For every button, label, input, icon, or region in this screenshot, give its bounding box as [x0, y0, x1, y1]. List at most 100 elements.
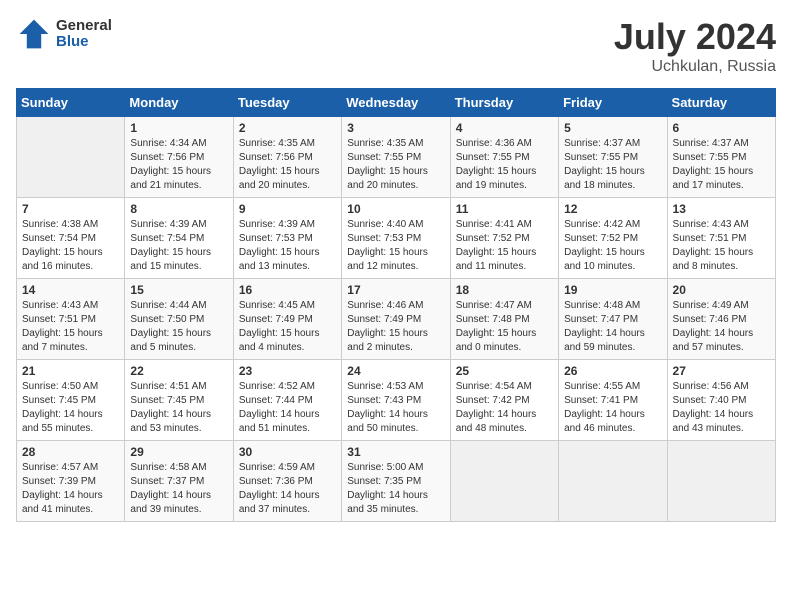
week-row-5: 28 Sunrise: 4:57 AM Sunset: 7:39 PM Dayli…: [17, 441, 776, 522]
calendar-subtitle: Uchkulan, Russia: [614, 58, 776, 76]
day-number: 4: [456, 121, 553, 135]
day-number: 6: [673, 121, 770, 135]
header-saturday: Saturday: [667, 89, 775, 117]
day-number: 24: [347, 364, 444, 378]
calendar-cell: 16 Sunrise: 4:45 AM Sunset: 7:49 PM Dayli…: [233, 279, 341, 360]
day-number: 5: [564, 121, 661, 135]
calendar-cell: 30Sunrise: 4:59 AM Sunset: 7:36 PM Dayli…: [233, 441, 341, 522]
day-number: 28: [22, 445, 119, 459]
day-info: Sunrise: 4:39 AM Sunset: 7:53 PM Dayligh…: [239, 218, 336, 274]
calendar-cell: 22 Sunrise: 4:51 AM Sunset: 7:45 PM Dayli…: [125, 360, 233, 441]
day-info: Sunrise: 4:37 AM Sunset: 7:55 PM Dayligh…: [564, 137, 661, 193]
calendar-cell: 26 Sunrise: 4:55 AM Sunset: 7:41 PM Dayli…: [559, 360, 667, 441]
calendar-cell: 12 Sunrise: 4:42 AM Sunset: 7:52 PM Dayli…: [559, 198, 667, 279]
day-number: 27: [673, 364, 770, 378]
calendar-cell: 2 Sunrise: 4:35 AM Sunset: 7:56 PM Daylig…: [233, 117, 341, 198]
logo: General Blue: [16, 16, 112, 52]
day-info: Sunrise: 4:37 AM Sunset: 7:55 PM Dayligh…: [673, 137, 770, 193]
day-info: Sunrise: 4:52 AM Sunset: 7:44 PM Dayligh…: [239, 380, 336, 436]
calendar-cell: [450, 441, 558, 522]
calendar-cell: 23 Sunrise: 4:52 AM Sunset: 7:44 PM Dayli…: [233, 360, 341, 441]
day-info: Sunrise: 4:47 AM Sunset: 7:48 PM Dayligh…: [456, 299, 553, 355]
calendar-cell: 7 Sunrise: 4:38 AM Sunset: 7:54 PM Daylig…: [17, 198, 125, 279]
calendar-cell: 14 Sunrise: 4:43 AM Sunset: 7:51 PM Dayli…: [17, 279, 125, 360]
day-info: Sunrise: 4:59 AM Sunset: 7:36 PM Dayligh…: [239, 461, 336, 517]
day-info: Sunrise: 4:58 AM Sunset: 7:37 PM Dayligh…: [130, 461, 227, 517]
calendar-cell: 24 Sunrise: 4:53 AM Sunset: 7:43 PM Dayli…: [342, 360, 450, 441]
day-info: Sunrise: 4:44 AM Sunset: 7:50 PM Dayligh…: [130, 299, 227, 355]
day-number: 7: [22, 202, 119, 216]
calendar-cell: 31 Sunrise: 5:00 AM Sunset: 7:35 PM Dayli…: [342, 441, 450, 522]
day-number: 16: [239, 283, 336, 297]
day-number: 17: [347, 283, 444, 297]
day-info: Sunrise: 4:46 AM Sunset: 7:49 PM Dayligh…: [347, 299, 444, 355]
header-thursday: Thursday: [450, 89, 558, 117]
calendar-cell: 21Sunrise: 4:50 AM Sunset: 7:45 PM Dayli…: [17, 360, 125, 441]
header-monday: Monday: [125, 89, 233, 117]
logo-blue: Blue: [56, 34, 112, 51]
calendar-cell: 15Sunrise: 4:44 AM Sunset: 7:50 PM Dayli…: [125, 279, 233, 360]
day-number: 14: [22, 283, 119, 297]
day-number: 23: [239, 364, 336, 378]
day-info: Sunrise: 4:35 AM Sunset: 7:55 PM Dayligh…: [347, 137, 444, 193]
calendar-cell: 13Sunrise: 4:43 AM Sunset: 7:51 PM Dayli…: [667, 198, 775, 279]
calendar-cell: [667, 441, 775, 522]
page-header: General Blue July 2024 Uchkulan, Russia: [16, 16, 776, 76]
day-info: Sunrise: 5:00 AM Sunset: 7:35 PM Dayligh…: [347, 461, 444, 517]
calendar-cell: [559, 441, 667, 522]
day-info: Sunrise: 4:39 AM Sunset: 7:54 PM Dayligh…: [130, 218, 227, 274]
header-wednesday: Wednesday: [342, 89, 450, 117]
calendar-cell: 3Sunrise: 4:35 AM Sunset: 7:55 PM Daylig…: [342, 117, 450, 198]
day-info: Sunrise: 4:40 AM Sunset: 7:53 PM Dayligh…: [347, 218, 444, 274]
day-number: 26: [564, 364, 661, 378]
day-info: Sunrise: 4:48 AM Sunset: 7:47 PM Dayligh…: [564, 299, 661, 355]
logo-icon: [16, 16, 52, 52]
day-number: 10: [347, 202, 444, 216]
calendar-cell: 19 Sunrise: 4:48 AM Sunset: 7:47 PM Dayli…: [559, 279, 667, 360]
day-number: 29: [130, 445, 227, 459]
week-row-3: 14 Sunrise: 4:43 AM Sunset: 7:51 PM Dayli…: [17, 279, 776, 360]
day-info: Sunrise: 4:55 AM Sunset: 7:41 PM Dayligh…: [564, 380, 661, 436]
day-info: Sunrise: 4:42 AM Sunset: 7:52 PM Dayligh…: [564, 218, 661, 274]
day-info: Sunrise: 4:38 AM Sunset: 7:54 PM Dayligh…: [22, 218, 119, 274]
day-info: Sunrise: 4:36 AM Sunset: 7:55 PM Dayligh…: [456, 137, 553, 193]
header-tuesday: Tuesday: [233, 89, 341, 117]
calendar-cell: 9Sunrise: 4:39 AM Sunset: 7:53 PM Daylig…: [233, 198, 341, 279]
day-info: Sunrise: 4:54 AM Sunset: 7:42 PM Dayligh…: [456, 380, 553, 436]
day-info: Sunrise: 4:41 AM Sunset: 7:52 PM Dayligh…: [456, 218, 553, 274]
calendar-cell: 6 Sunrise: 4:37 AM Sunset: 7:55 PM Daylig…: [667, 117, 775, 198]
day-info: Sunrise: 4:35 AM Sunset: 7:56 PM Dayligh…: [239, 137, 336, 193]
calendar-table: SundayMondayTuesdayWednesdayThursdayFrid…: [16, 88, 776, 522]
day-number: 12: [564, 202, 661, 216]
calendar-cell: 29 Sunrise: 4:58 AM Sunset: 7:37 PM Dayli…: [125, 441, 233, 522]
day-info: Sunrise: 4:56 AM Sunset: 7:40 PM Dayligh…: [673, 380, 770, 436]
header-friday: Friday: [559, 89, 667, 117]
calendar-cell: 18 Sunrise: 4:47 AM Sunset: 7:48 PM Dayli…: [450, 279, 558, 360]
header-sunday: Sunday: [17, 89, 125, 117]
day-number: 19: [564, 283, 661, 297]
day-number: 13: [673, 202, 770, 216]
week-row-2: 7 Sunrise: 4:38 AM Sunset: 7:54 PM Daylig…: [17, 198, 776, 279]
day-info: Sunrise: 4:43 AM Sunset: 7:51 PM Dayligh…: [22, 299, 119, 355]
calendar-cell: 17 Sunrise: 4:46 AM Sunset: 7:49 PM Dayli…: [342, 279, 450, 360]
day-number: 25: [456, 364, 553, 378]
calendar-cell: 5 Sunrise: 4:37 AM Sunset: 7:55 PM Daylig…: [559, 117, 667, 198]
day-info: Sunrise: 4:51 AM Sunset: 7:45 PM Dayligh…: [130, 380, 227, 436]
calendar-cell: 28 Sunrise: 4:57 AM Sunset: 7:39 PM Dayli…: [17, 441, 125, 522]
day-number: 8: [130, 202, 227, 216]
day-number: 31: [347, 445, 444, 459]
day-number: 2: [239, 121, 336, 135]
day-info: Sunrise: 4:57 AM Sunset: 7:39 PM Dayligh…: [22, 461, 119, 517]
day-number: 22: [130, 364, 227, 378]
calendar-cell: 8 Sunrise: 4:39 AM Sunset: 7:54 PM Daylig…: [125, 198, 233, 279]
day-info: Sunrise: 4:53 AM Sunset: 7:43 PM Dayligh…: [347, 380, 444, 436]
day-number: 1: [130, 121, 227, 135]
day-info: Sunrise: 4:50 AM Sunset: 7:45 PM Dayligh…: [22, 380, 119, 436]
calendar-cell: 11Sunrise: 4:41 AM Sunset: 7:52 PM Dayli…: [450, 198, 558, 279]
calendar-cell: 1Sunrise: 4:34 AM Sunset: 7:56 PM Daylig…: [125, 117, 233, 198]
header-row: SundayMondayTuesdayWednesdayThursdayFrid…: [17, 89, 776, 117]
logo-text: General Blue: [56, 18, 112, 51]
day-info: Sunrise: 4:45 AM Sunset: 7:49 PM Dayligh…: [239, 299, 336, 355]
day-number: 18: [456, 283, 553, 297]
calendar-cell: 10 Sunrise: 4:40 AM Sunset: 7:53 PM Dayli…: [342, 198, 450, 279]
